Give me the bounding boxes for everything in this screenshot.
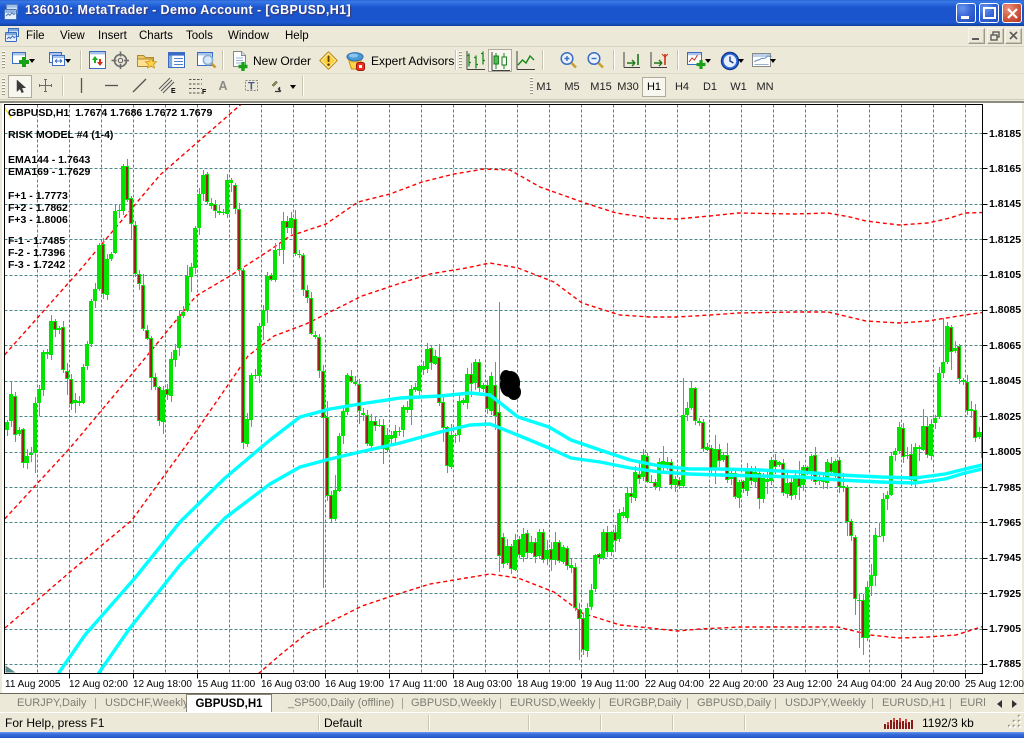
svg-text:F+3 - 1.8006: F+3 - 1.8006: [8, 214, 68, 226]
svg-text:1.8065: 1.8065: [989, 340, 1021, 352]
svg-text:12 Aug 02:00: 12 Aug 02:00: [69, 679, 128, 690]
svg-text:T: T: [248, 81, 255, 93]
svg-text:1.8185: 1.8185: [989, 128, 1021, 140]
svg-text:E: E: [171, 88, 176, 95]
svg-text:25 Aug 12:00: 25 Aug 12:00: [965, 679, 1024, 690]
svg-text:1.8025: 1.8025: [989, 411, 1021, 423]
svg-text:1.7925: 1.7925: [989, 588, 1021, 600]
svg-text:F-1 - 1.7485: F-1 - 1.7485: [8, 235, 65, 247]
svg-text:EMA169 - 1.7629: EMA169 - 1.7629: [8, 166, 90, 178]
svg-text:16 Aug 03:00: 16 Aug 03:00: [261, 679, 320, 690]
svg-text:22 Aug 04:00: 22 Aug 04:00: [645, 679, 704, 690]
svg-text:1.8125: 1.8125: [989, 234, 1021, 246]
svg-text:1.8045: 1.8045: [989, 375, 1021, 387]
svg-text:15 Aug 11:00: 15 Aug 11:00: [197, 679, 256, 690]
svg-text:19 Aug 11:00: 19 Aug 11:00: [581, 679, 640, 690]
svg-text:17 Aug 11:00: 17 Aug 11:00: [389, 679, 448, 690]
svg-text:F-3 - 1.7242: F-3 - 1.7242: [8, 259, 65, 271]
svg-text:A: A: [219, 79, 228, 93]
svg-text:1.8105: 1.8105: [989, 269, 1021, 281]
svg-text:12 Aug 18:00: 12 Aug 18:00: [133, 679, 192, 690]
svg-text:1.7945: 1.7945: [989, 552, 1021, 564]
svg-text:23 Aug 12:00: 23 Aug 12:00: [773, 679, 832, 690]
svg-text:22 Aug 20:00: 22 Aug 20:00: [709, 679, 768, 690]
svg-text:24 Aug 20:00: 24 Aug 20:00: [901, 679, 960, 690]
svg-text:1.7885: 1.7885: [989, 658, 1021, 670]
svg-text:EMA144 - 1.7643: EMA144 - 1.7643: [8, 154, 90, 166]
svg-text:F-2 - 1.7396: F-2 - 1.7396: [8, 247, 65, 259]
svg-text:1.8005: 1.8005: [989, 446, 1021, 458]
svg-text:1.7905: 1.7905: [989, 623, 1021, 635]
svg-text:1.7985: 1.7985: [989, 482, 1021, 494]
svg-text:1.8085: 1.8085: [989, 304, 1021, 316]
svg-text:1.8145: 1.8145: [989, 198, 1021, 210]
svg-text:16 Aug 19:00: 16 Aug 19:00: [325, 679, 384, 690]
svg-text:18 Aug 19:00: 18 Aug 19:00: [517, 679, 576, 690]
svg-text:1.8165: 1.8165: [989, 163, 1021, 175]
svg-text:18 Aug 03:00: 18 Aug 03:00: [453, 679, 512, 690]
svg-text:F+2 - 1.7862: F+2 - 1.7862: [8, 202, 68, 214]
svg-text:F: F: [202, 89, 207, 95]
svg-text:24 Aug 04:00: 24 Aug 04:00: [837, 679, 896, 690]
svg-text:F+1 - 1.7773: F+1 - 1.7773: [8, 190, 68, 202]
svg-text:RISK MODEL #4 (1-4): RISK MODEL #4 (1-4): [8, 129, 113, 141]
svg-text:1.7965: 1.7965: [989, 517, 1021, 529]
svg-text:11 Aug 2005: 11 Aug 2005: [5, 679, 61, 690]
svg-text:GBPUSD,H1 1.7674 1.7686 1.767: GBPUSD,H1 1.7674 1.7686 1.7672 1.7679: [8, 107, 212, 119]
